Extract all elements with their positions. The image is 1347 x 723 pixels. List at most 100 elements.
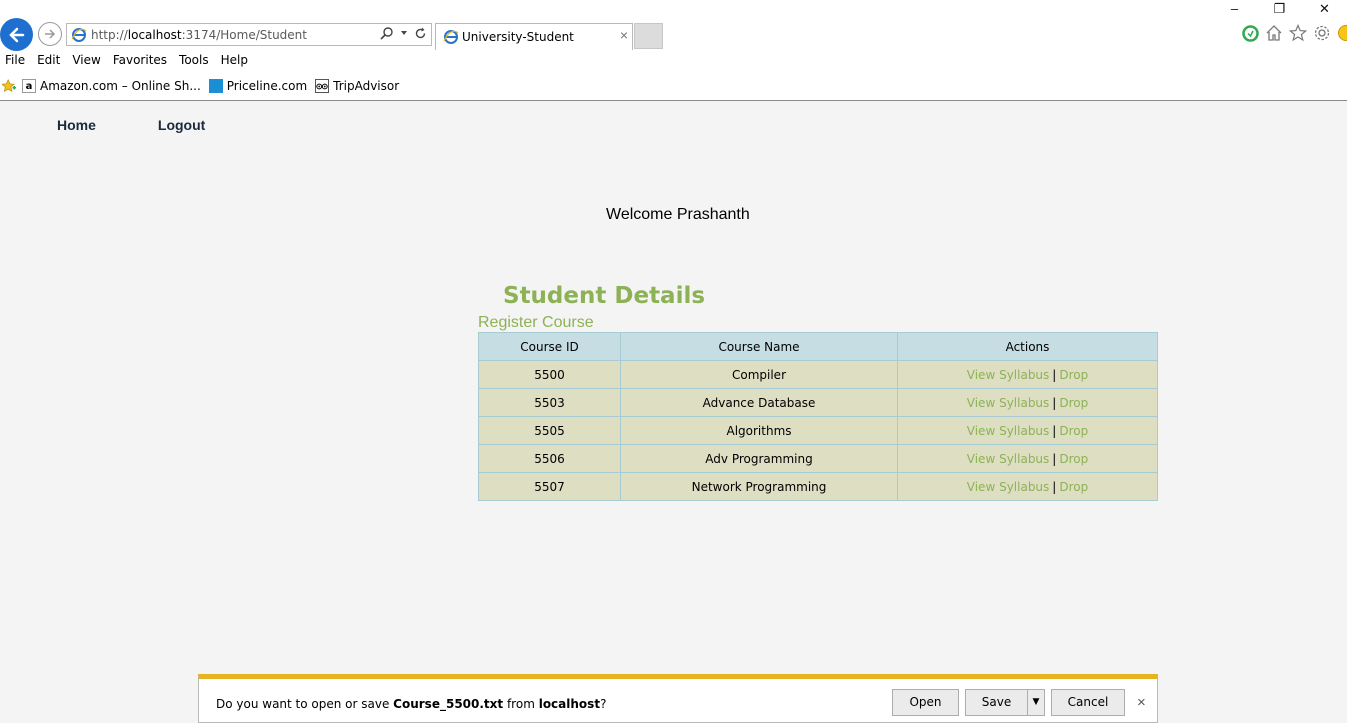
table-row: 5507 Network Programming View Syllabus | D…: [478, 472, 1158, 501]
download-message: Do you want to open or save Course_5500.…: [216, 697, 606, 711]
minimize-button[interactable]: –: [1212, 0, 1257, 18]
favorite-priceline[interactable]: Priceline.com: [208, 79, 308, 93]
window-controls: – ❐ ✕: [1212, 0, 1347, 18]
drop-link[interactable]: Drop: [1059, 424, 1088, 438]
action-separator: |: [1052, 395, 1057, 410]
register-course-link[interactable]: Register Course: [478, 314, 594, 332]
drop-link[interactable]: Drop: [1059, 368, 1088, 382]
courses-table: Course ID Course Name Actions 5500 Compi…: [478, 332, 1158, 501]
close-icon[interactable]: ×: [1137, 694, 1146, 711]
download-message-mid: from: [503, 697, 539, 711]
table-header-row: Course ID Course Name Actions: [478, 332, 1158, 361]
address-bar-icons: [380, 26, 427, 40]
save-button[interactable]: Save: [965, 689, 1027, 716]
header-course-id: Course ID: [478, 332, 621, 361]
view-syllabus-link[interactable]: View Syllabus: [967, 396, 1050, 410]
favorites-star-icon[interactable]: [2, 79, 16, 93]
menu-favorites[interactable]: Favorites: [107, 51, 173, 71]
drop-link[interactable]: Drop: [1059, 396, 1088, 410]
view-syllabus-link[interactable]: View Syllabus: [967, 480, 1050, 494]
ie-tab-icon: [443, 29, 459, 48]
smiley-icon[interactable]: [1337, 24, 1347, 42]
browser-chrome: http://localhost:3174/Home/Student Unive…: [0, 0, 1347, 101]
site-nav: Home Logout: [57, 117, 205, 133]
amazon-icon: a: [22, 79, 36, 93]
action-separator: |: [1052, 451, 1057, 466]
header-course-name: Course Name: [620, 332, 898, 361]
course-id-cell: 5507: [478, 472, 621, 501]
table-row: 5505 Algorithms View Syllabus | Drop: [478, 416, 1158, 445]
favorites-bar: a Amazon.com – Online Sh... Priceline.co…: [0, 75, 1347, 97]
menu-file[interactable]: File: [0, 51, 31, 71]
menu-tools[interactable]: Tools: [173, 51, 215, 71]
menu-help[interactable]: Help: [215, 51, 254, 71]
ie-page-icon: [71, 27, 87, 46]
url-prefix: http://: [91, 28, 128, 42]
actions-cell: View Syllabus | Drop: [897, 416, 1158, 445]
menu-edit[interactable]: Edit: [31, 51, 66, 71]
action-separator: |: [1052, 367, 1057, 382]
view-syllabus-link[interactable]: View Syllabus: [967, 424, 1050, 438]
actions-cell: View Syllabus | Drop: [897, 360, 1158, 389]
course-name-cell: Compiler: [620, 360, 898, 389]
download-message-suffix: ?: [600, 697, 607, 711]
table-row: 5503 Advance Database View Syllabus | Drop: [478, 388, 1158, 417]
cancel-button[interactable]: Cancel: [1051, 689, 1125, 716]
save-options-dropdown[interactable]: ▼: [1027, 689, 1045, 716]
nav-home-link[interactable]: Home: [57, 117, 96, 133]
tab-close-icon[interactable]: ×: [620, 27, 628, 43]
table-row: 5500 Compiler View Syllabus | Drop: [478, 360, 1158, 389]
download-host: localhost: [538, 697, 601, 711]
table-row: 5506 Adv Programming View Syllabus | Drop: [478, 444, 1158, 473]
download-message-prefix: Do you want to open or save: [216, 697, 394, 711]
page-title: Student Details: [503, 283, 706, 309]
back-arrow-icon: [8, 27, 24, 42]
home-icon[interactable]: [1265, 24, 1283, 42]
course-name-cell: Adv Programming: [620, 444, 898, 473]
course-id-cell: 5503: [478, 388, 621, 417]
close-window-button[interactable]: ✕: [1302, 0, 1347, 18]
action-separator: |: [1052, 423, 1057, 438]
course-id-cell: 5506: [478, 444, 621, 473]
address-url[interactable]: http://localhost:3174/Home/Student: [91, 28, 307, 42]
actions-cell: View Syllabus | Drop: [897, 472, 1158, 501]
extension-icon[interactable]: [1242, 24, 1259, 42]
forward-button[interactable]: [38, 22, 62, 46]
restore-button[interactable]: ❐: [1257, 0, 1302, 18]
course-id-cell: 5500: [478, 360, 621, 389]
welcome-message: Welcome Prashanth: [606, 206, 750, 223]
drop-link[interactable]: Drop: [1059, 480, 1088, 494]
favorite-amazon[interactable]: a Amazon.com – Online Sh...: [22, 79, 201, 93]
view-syllabus-link[interactable]: View Syllabus: [967, 452, 1050, 466]
drop-link[interactable]: Drop: [1059, 452, 1088, 466]
url-path: :3174/Home/Student: [181, 28, 307, 42]
view-syllabus-link[interactable]: View Syllabus: [967, 368, 1050, 382]
toolbar-icons: [1242, 24, 1347, 42]
address-bar[interactable]: http://localhost:3174/Home/Student: [66, 23, 432, 46]
tab-university-student[interactable]: University-Student ×: [435, 23, 633, 50]
tripadvisor-icon: [315, 79, 330, 93]
back-button[interactable]: [0, 18, 33, 51]
refresh-icon[interactable]: [414, 27, 427, 40]
download-notification-bar: Do you want to open or save Course_5500.…: [198, 674, 1158, 723]
download-file-name: Course_5500.txt: [393, 697, 504, 711]
course-name-cell: Network Programming: [620, 472, 898, 501]
actions-cell: View Syllabus | Drop: [897, 388, 1158, 417]
favorite-tripadvisor[interactable]: TripAdvisor: [315, 79, 399, 93]
course-name-cell: Algorithms: [620, 416, 898, 445]
tab-title: University-Student: [462, 30, 574, 44]
url-host: localhost: [127, 28, 182, 42]
new-tab-button[interactable]: [634, 23, 663, 49]
menu-view[interactable]: View: [66, 51, 106, 71]
course-id-cell: 5505: [478, 416, 621, 445]
chevron-down-icon[interactable]: [400, 29, 408, 37]
menu-bar: File Edit View Favorites Tools Help: [0, 51, 1347, 71]
gear-icon[interactable]: [1313, 24, 1331, 42]
favorite-priceline-label: Priceline.com: [226, 79, 308, 93]
forward-arrow-icon: [45, 29, 56, 39]
search-icon[interactable]: [380, 26, 394, 40]
nav-logout-link[interactable]: Logout: [158, 117, 205, 133]
star-icon[interactable]: [1289, 24, 1307, 42]
open-button[interactable]: Open: [892, 689, 959, 716]
header-actions: Actions: [897, 332, 1158, 361]
